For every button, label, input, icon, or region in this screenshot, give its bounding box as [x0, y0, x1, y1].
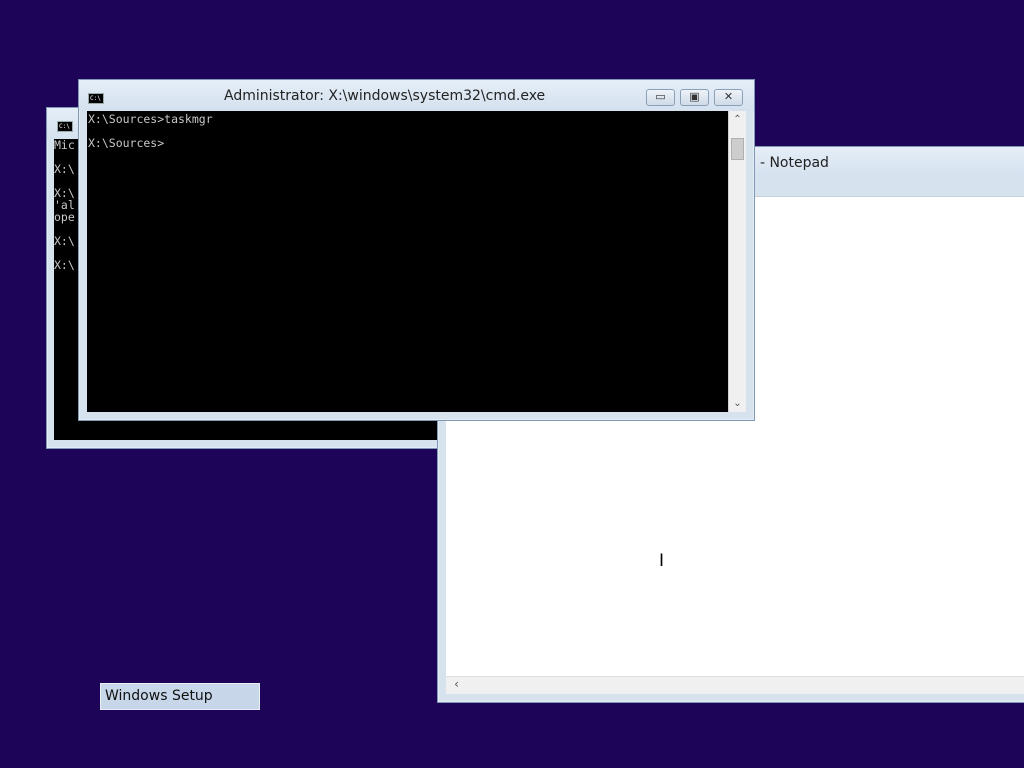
minimize-button[interactable]: ▭: [646, 89, 675, 106]
cmd-front-titlebar[interactable]: C:\ Administrator: X:\windows\system32\c…: [79, 80, 754, 111]
scroll-down-arrow-icon[interactable]: ⌄: [729, 395, 746, 412]
cmd-front-console[interactable]: X:\Sources>taskmgr X:\Sources>: [87, 111, 728, 412]
cmd-icon: C:\: [57, 121, 73, 132]
console-line: X:\Sources>: [88, 136, 165, 150]
notepad-horizontal-scrollbar[interactable]: ‹: [446, 676, 1024, 694]
text-cursor-icon: I: [659, 551, 665, 571]
restore-icon: ▣: [689, 90, 700, 103]
desktop: C:\ Mic X:\ X:\ 'al ope X:\ X:\ ed - Not…: [0, 0, 1024, 768]
scroll-left-arrow-icon[interactable]: ‹: [448, 677, 465, 694]
scroll-up-arrow-icon[interactable]: ⌃: [729, 111, 746, 128]
close-icon: ✕: [723, 90, 734, 103]
console-line: X:\Sources>taskmgr: [88, 112, 213, 126]
scroll-thumb[interactable]: [731, 138, 744, 160]
cmd-window-front[interactable]: C:\ Administrator: X:\windows\system32\c…: [78, 79, 755, 421]
windows-setup-taskbar-button[interactable]: Windows Setup: [100, 683, 260, 710]
restore-button[interactable]: ▣: [680, 89, 709, 106]
cmd-icon: C:\: [88, 93, 104, 104]
cmd-front-title: Administrator: X:\windows\system32\cmd.e…: [224, 88, 546, 104]
cmd-vertical-scrollbar[interactable]: ⌃ ⌄: [728, 111, 746, 412]
close-button[interactable]: ✕: [714, 89, 743, 106]
minimize-icon: ▭: [655, 90, 666, 103]
